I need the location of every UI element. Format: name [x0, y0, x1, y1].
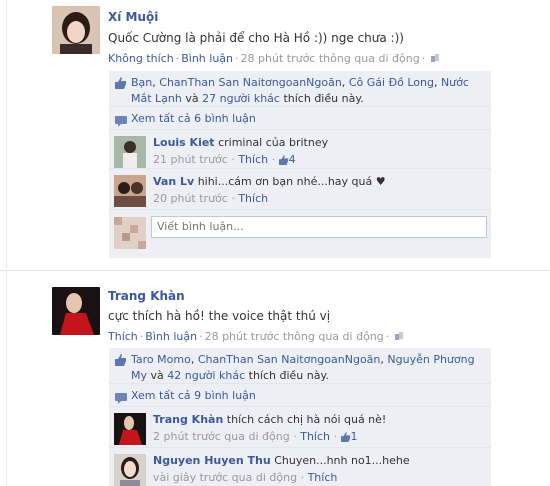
ufi-block: Bạn, ChanThan San NaitơngoanNgoãn, Cô Gá…: [109, 71, 491, 258]
view-all-comments[interactable]: Xem tất cả 6 bình luận: [109, 108, 491, 130]
comment-item: Nguyen Huyen Thu Chuyen...hnh no1...hehe…: [109, 449, 491, 486]
comment-item: Trang Khàn thích cách chị hà nói quá nè!…: [109, 408, 491, 448]
like-name[interactable]: ChanThan San NaitơngoanNgoãn: [159, 76, 342, 89]
comment-time: 20 phút trước: [153, 192, 228, 205]
comment-input[interactable]: Viết bình luận...: [151, 216, 487, 238]
post-message: Quốc Cường là phải để cho Hà Hồ :)) nge …: [108, 31, 404, 45]
like-name[interactable]: Cô Gái Đồ Long: [349, 76, 434, 89]
comment-like-count[interactable]: 4: [289, 153, 296, 166]
like-link[interactable]: Thích: [108, 330, 138, 343]
comment-item: Van Lv hihi...cám ơn bạn nhé...hay quá ♥…: [109, 170, 491, 210]
commenter-name[interactable]: Louis Kiet: [153, 136, 215, 149]
viewer-avatar: [114, 217, 146, 249]
comment-like-link[interactable]: Thích: [238, 192, 268, 205]
feed-story-2: Trang Khàn cực thích hà hồ! the voice th…: [0, 270, 550, 486]
and-word: và: [185, 92, 199, 105]
comment-text: criminal của britney: [218, 136, 329, 149]
commenter-name[interactable]: Trang Khàn: [153, 413, 223, 426]
comment-link[interactable]: Bình luận: [145, 330, 197, 343]
feed-divider: [6, 0, 7, 268]
and-word: và: [150, 369, 164, 382]
comment-like-link[interactable]: Thích: [238, 153, 268, 166]
comment-like-icon: [340, 431, 351, 446]
comment-link[interactable]: Bình luận: [181, 52, 233, 65]
author-avatar[interactable]: [52, 6, 100, 54]
others-link[interactable]: 42 người khác: [167, 369, 245, 382]
comment-time: 2 phút trước qua di động: [153, 430, 290, 443]
comment-like-link[interactable]: Thích: [300, 430, 330, 443]
commenter-name[interactable]: Nguyen Huyen Thu: [153, 454, 271, 467]
post-author[interactable]: Trang Khàn: [108, 289, 185, 303]
post-meta: Thích · Bình luận · 28 phút trước thông qua …: [108, 330, 404, 343]
commenter-avatar[interactable]: [114, 413, 146, 445]
post-time: 28 phút trước thông qua di động: [204, 330, 384, 343]
mobile-icon: [430, 53, 440, 63]
like-name[interactable]: Taro Momo: [131, 353, 191, 366]
comment-like-link[interactable]: Thích: [308, 471, 338, 484]
feed-divider: [6, 271, 7, 486]
view-all-comments[interactable]: Xem tất cả 9 bình luận: [109, 385, 491, 407]
likes-sentence: Bạn, ChanThan San NaitơngoanNgoãn, Cô Gá…: [109, 71, 491, 107]
write-comment-row: Viết bình luận...: [109, 211, 491, 258]
commenter-avatar[interactable]: [114, 454, 146, 486]
commenter-name[interactable]: Van Lv: [153, 175, 194, 188]
commenter-avatar[interactable]: [114, 136, 146, 168]
ufi-block: Taro Momo, ChanThan San NaitơngoanNgoãn,…: [109, 348, 491, 486]
mobile-icon: [394, 331, 404, 341]
like-thumb-icon: [115, 354, 127, 366]
likes-suffix: thích điều này.: [248, 369, 329, 382]
comment-item: Louis Kiet criminal của britney 21 phút …: [109, 131, 491, 169]
commenter-avatar[interactable]: [114, 175, 146, 207]
likes-sentence: Taro Momo, ChanThan San NaitơngoanNgoãn,…: [109, 348, 491, 384]
comment-text: hihi...cám ơn bạn nhé...hay quá ♥: [197, 175, 386, 188]
post-time: 28 phút trước thông qua di động: [240, 52, 420, 65]
feed-story-1: Xí Muội Quốc Cường là phải để cho Hà Hồ …: [0, 0, 550, 268]
like-thumb-icon: [115, 77, 127, 89]
view-all-link[interactable]: Xem tất cả 6 bình luận: [131, 112, 256, 125]
post-author[interactable]: Xí Muội: [108, 10, 158, 24]
post-message: cực thích hà hồ! the voice thật thú vị: [108, 309, 331, 323]
comment-time: 21 phút trước: [153, 153, 228, 166]
like-name[interactable]: ChanThan San NaitơngoanNgoãn: [198, 353, 381, 366]
comment-text: Chuyen...hnh no1...hehe: [274, 454, 410, 467]
view-all-link[interactable]: Xem tất cả 9 bình luận: [131, 389, 256, 402]
likes-suffix: thích điều này.: [283, 92, 364, 105]
comment-bubble-icon: [115, 390, 127, 404]
author-avatar[interactable]: [52, 287, 100, 335]
comment-like-icon: [278, 154, 289, 169]
post-meta: Không thích · Bình luận · 28 phút trước thôn…: [108, 52, 440, 65]
like-name[interactable]: Bạn: [131, 76, 152, 89]
comment-text: thích cách chị hà nói quá nè!: [226, 413, 387, 426]
comment-like-count[interactable]: 1: [351, 430, 358, 443]
comment-bubble-icon: [115, 113, 127, 127]
comment-time: vài giây trước qua di động: [153, 471, 298, 484]
unlike-link[interactable]: Không thích: [108, 52, 174, 65]
others-link[interactable]: 27 người khác: [202, 92, 280, 105]
